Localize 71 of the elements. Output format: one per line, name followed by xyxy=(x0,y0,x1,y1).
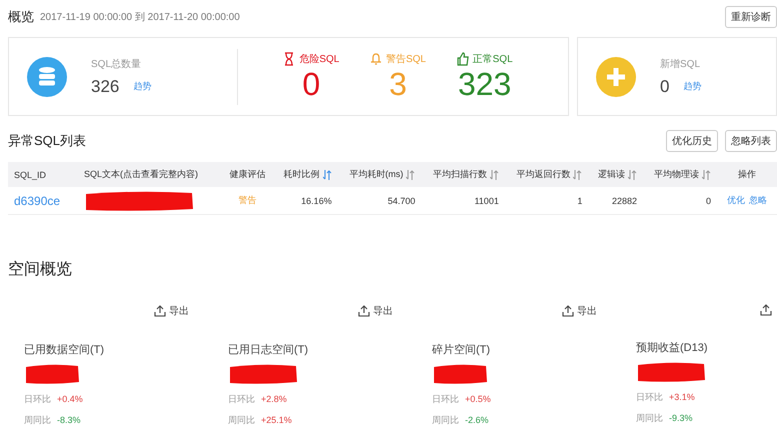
section-title: 异常SQL列表 xyxy=(8,132,86,150)
column-header: 平均返回行数 xyxy=(504,162,588,187)
toolbar-button[interactable]: 忽略列表 xyxy=(725,130,777,152)
metric-label: SQL总数量 xyxy=(91,58,142,70)
stat-value: -2.6% xyxy=(465,415,489,425)
plus-icon xyxy=(596,56,636,96)
stat-value: +25.1% xyxy=(261,415,292,425)
stat-label: 周同比 xyxy=(432,415,459,425)
column-header: 平均耗时(ms) xyxy=(338,162,422,187)
page-title: 概览 xyxy=(8,8,34,26)
metric-label: 碎片空间(T) xyxy=(432,342,490,357)
hourglass-icon xyxy=(283,52,296,66)
column-header: SQL_ID xyxy=(8,162,78,187)
export-button[interactable]: 导出 xyxy=(358,304,393,318)
database-icon xyxy=(27,56,67,96)
table-cell: 0 xyxy=(706,196,711,206)
trend-link[interactable]: 趋势 xyxy=(683,80,702,93)
trend-link[interactable]: 趋势 xyxy=(133,80,152,93)
stat-value: +0.4% xyxy=(57,394,83,404)
level-count: 3 xyxy=(389,66,407,102)
table-cell: 54.700 xyxy=(388,196,416,206)
column-header: 健康评估 xyxy=(222,162,274,187)
level-count: 0 xyxy=(302,66,320,102)
export-button[interactable]: 导出 xyxy=(154,304,189,318)
export-button[interactable] xyxy=(760,304,772,316)
metric-label: 已用日志空间(T) xyxy=(228,342,308,357)
column-header: SQL文本(点击查看完整内容) xyxy=(78,162,222,187)
stat-value: -9.3% xyxy=(669,413,693,423)
stat-value: +3.1% xyxy=(669,392,695,402)
level-label: 正常SQL xyxy=(472,52,513,66)
metric-value: 326 xyxy=(91,76,120,96)
stat-label: 日环比 xyxy=(432,394,459,404)
level-label: 危险SQL xyxy=(299,52,340,66)
stat-label: 周同比 xyxy=(228,415,255,425)
section-title: 空间概览 xyxy=(8,260,72,280)
column-header: 逻辑读 xyxy=(588,162,644,187)
upload-icon xyxy=(760,304,772,316)
table-cell: 22882 xyxy=(612,196,638,206)
stat-label: 日环比 xyxy=(636,392,663,402)
action-link[interactable]: 忽略 xyxy=(748,195,767,205)
stat-label: 日环比 xyxy=(24,394,51,404)
level-label: 警告SQL xyxy=(386,52,426,66)
metric-label: 新增SQL xyxy=(660,58,702,70)
date-range: 2017-11-19 00:00:00 到 2017-11-20 00:00:00 xyxy=(40,11,240,24)
metric-label: 预期收益(D13) xyxy=(636,341,708,355)
table-cell: 1 xyxy=(577,196,582,206)
table-cell: 16.16% xyxy=(301,196,332,206)
upload-icon xyxy=(358,305,370,317)
column-header: 平均扫描行数 xyxy=(421,162,505,187)
upload-icon xyxy=(562,305,574,317)
column-header: 耗时比例 xyxy=(273,162,338,187)
stat-value: -8.3% xyxy=(57,415,81,425)
stat-label: 周同比 xyxy=(24,415,51,425)
thumbs-up-icon xyxy=(456,52,469,66)
stat-value: +2.8% xyxy=(261,394,287,404)
table-cell: 11001 xyxy=(474,196,499,206)
toolbar-button[interactable]: 优化历史 xyxy=(666,130,718,152)
stat-label: 日环比 xyxy=(228,394,255,404)
upload-icon xyxy=(154,305,166,317)
level-count: 323 xyxy=(458,66,512,102)
bell-icon xyxy=(370,52,382,66)
rediagnose-button[interactable]: 重新诊断 xyxy=(725,6,777,28)
action-link[interactable]: 优化 xyxy=(726,195,745,205)
export-button[interactable]: 导出 xyxy=(562,304,597,318)
stat-value: +0.5% xyxy=(465,394,491,404)
column-header: 操作 xyxy=(716,162,777,187)
stat-label: 周同比 xyxy=(636,413,663,423)
column-header: 平均物理读 xyxy=(643,162,717,187)
metric-label: 已用数据空间(T) xyxy=(24,342,104,357)
health-status: 警告 xyxy=(238,195,257,205)
metric-value: 0 xyxy=(660,76,670,96)
